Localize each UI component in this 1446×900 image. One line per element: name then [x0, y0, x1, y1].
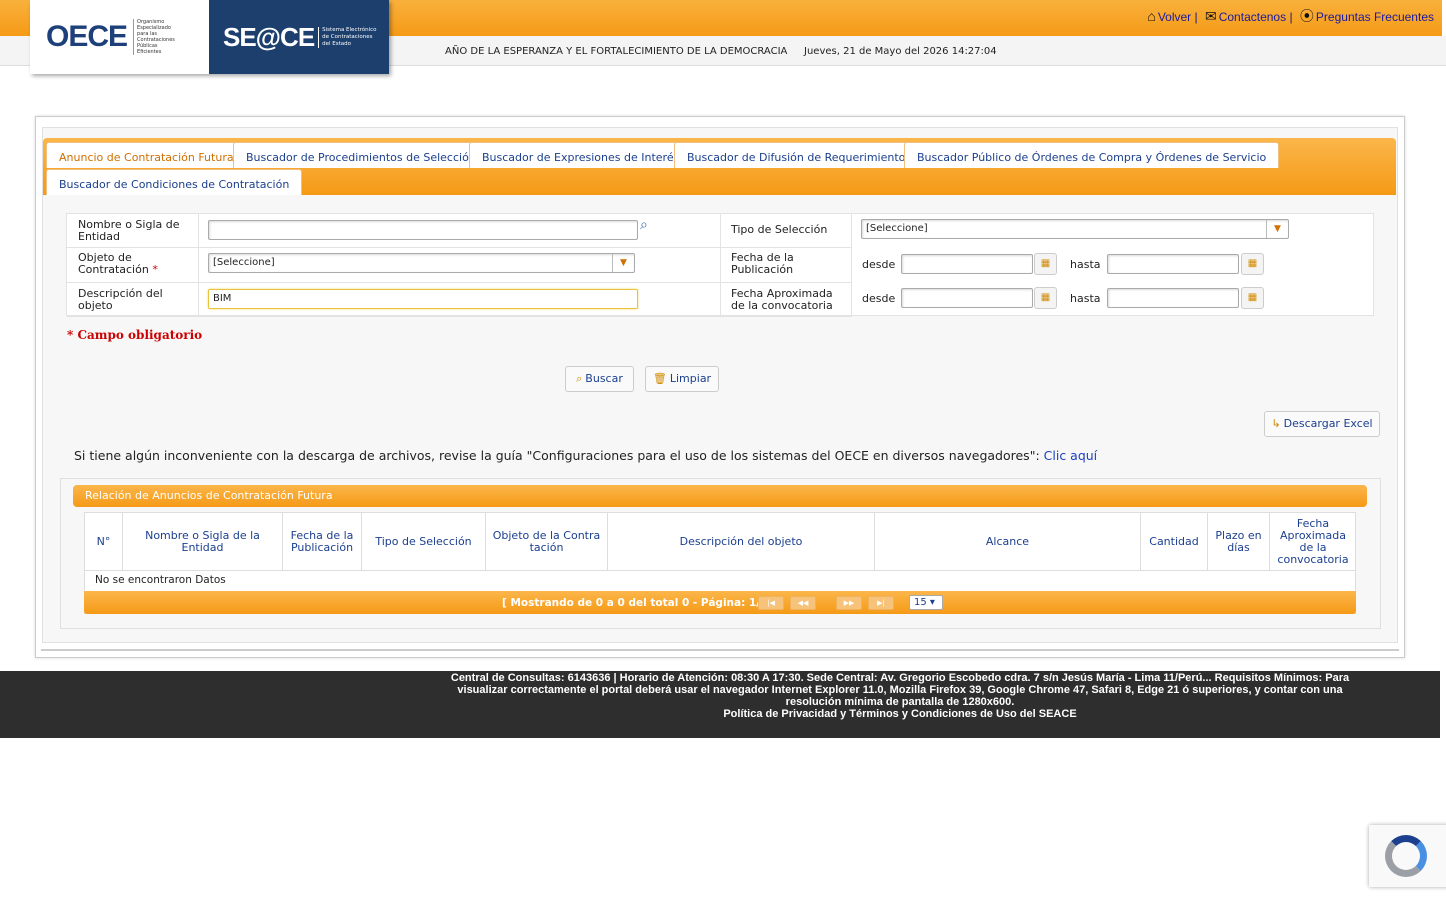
calendar-icon[interactable]: ▦ — [1241, 287, 1264, 309]
separator: | — [1194, 10, 1198, 24]
fecha-convocatoria-label: Fecha Aproximada de la convocatoria — [731, 287, 833, 312]
fecha-publicacion-label: Fecha de la Publicación — [731, 251, 794, 276]
hasta-label: hasta — [1070, 292, 1101, 305]
seace-logo-subtitle: Sistema Electrónico de Contrataciones de… — [318, 26, 378, 48]
oece-logo: OECE Organismo Especializado para las Co… — [30, 0, 209, 74]
entidad-label: Nombre o Sigla de Entidad — [78, 218, 180, 243]
top-links: ⌂ Volver | ✉ Contactenos | ⦿ Preguntas Frec… — [1143, 6, 1434, 26]
oece-logo-subtitle: Organismo Especializado para las Contrat… — [133, 19, 181, 55]
home-icon[interactable]: ⌂ — [1147, 8, 1155, 24]
entidad-input[interactable] — [208, 220, 638, 240]
recaptcha-icon — [1385, 835, 1427, 877]
fecha-conv-hasta-input[interactable] — [1107, 288, 1239, 308]
column-header[interactable]: Plazo en días — [1208, 513, 1270, 571]
limpiar-label: Limpiar — [669, 372, 712, 385]
column-header[interactable]: Fecha de la Publicación — [283, 513, 362, 571]
tab-ordenes[interactable]: Buscador Público de Órdenes de Compra y … — [904, 142, 1280, 168]
calendar-icon[interactable]: ▦ — [1034, 287, 1057, 309]
last-page-icon[interactable]: ▶| — [868, 596, 894, 610]
separator: | — [1289, 10, 1293, 24]
objeto-label: Objeto de Contratación * — [78, 252, 193, 276]
tab-condiciones[interactable]: Buscador de Condiciones de Contratación — [46, 169, 303, 195]
fecha-pub-hasta-input[interactable] — [1107, 254, 1239, 274]
excel-label: Descargar Excel — [1283, 417, 1373, 430]
pagination-bar: [ Mostrando de 0 a 0 del total 0 - Págin… — [84, 591, 1356, 614]
search-icon: ⌕ — [576, 372, 583, 385]
column-header[interactable]: Cantidad — [1141, 513, 1208, 571]
mail-icon[interactable]: ✉ — [1205, 8, 1217, 24]
descripcion-input[interactable]: BIM — [208, 289, 638, 309]
column-header[interactable]: Objeto de la Contra tación — [486, 513, 608, 571]
required-mark: * — [152, 263, 158, 276]
volver-link[interactable]: Volver — [1158, 10, 1191, 24]
first-page-icon[interactable]: |◀ — [758, 596, 784, 610]
slogan: AÑO DE LA ESPERANZA Y EL FORTALECIMIENTO… — [445, 46, 788, 57]
tab-difusion[interactable]: Buscador de Difusión de Requerimientos — [674, 142, 925, 168]
column-header[interactable]: Nombre o Sigla de la Entidad — [123, 513, 283, 571]
objeto-select-value: [Seleccione] — [213, 257, 275, 268]
clic-aqui-link[interactable]: Clic aquí — [1044, 448, 1098, 463]
objeto-label-text: Objeto de Contratación — [78, 251, 149, 276]
datetime: Jueves, 21 de Mayo del 2026 14:27:04 — [804, 46, 997, 57]
column-header[interactable]: Fecha Aproximada de la convocatoria — [1270, 513, 1356, 571]
chevron-down-icon[interactable]: ▼ — [612, 254, 634, 272]
recaptcha-badge[interactable] — [1369, 825, 1446, 887]
footer-policy[interactable]: Política de Privacidad y Términos y Cond… — [0, 708, 1446, 720]
calendar-icon[interactable]: ▦ — [1034, 253, 1057, 275]
column-header[interactable]: Alcance — [875, 513, 1141, 571]
results-title: Relación de Anuncios de Contratación Fut… — [73, 485, 1367, 507]
footer-text: Central de Consultas: 6143636 | Horario … — [450, 672, 1350, 708]
tab-procedimientos[interactable]: Buscador de Procedimientos de Selección — [233, 142, 489, 168]
objeto-select[interactable]: [Seleccione] ▼ — [208, 253, 635, 273]
limpiar-button[interactable]: 🗑 Limpiar — [645, 366, 719, 392]
empty-message: No se encontraron Datos — [95, 574, 226, 586]
footer: Central de Consultas: 6143636 | Horario … — [0, 671, 1440, 738]
tipo-label: Tipo de Selección — [731, 223, 828, 236]
pager-text: [ Mostrando de 0 a 0 del total 0 - Págin… — [502, 597, 776, 609]
chevron-down-icon: ▾ — [929, 597, 935, 608]
chevron-down-icon[interactable]: ▼ — [1266, 220, 1288, 238]
tipo-select[interactable]: [Seleccione] ▼ — [861, 219, 1289, 239]
buscar-button[interactable]: ⌕ Buscar — [565, 366, 634, 392]
desde-label: desde — [862, 292, 896, 305]
page-size-value: 15 — [914, 597, 927, 608]
logo[interactable]: OECE Organismo Especializado para las Co… — [30, 0, 389, 74]
next-page-icon[interactable]: ▶▶ — [836, 596, 862, 610]
arrow-icon: ↳ — [1271, 417, 1281, 430]
buscar-label: Buscar — [585, 372, 623, 385]
download-notice: Si tiene algún inconveniente con la desc… — [74, 448, 1097, 463]
fecha-conv-desde-input[interactable] — [901, 288, 1033, 308]
page-size-select[interactable]: 15 ▾ — [909, 595, 943, 610]
seace-logo-text: SE@CE — [223, 21, 315, 52]
prev-page-icon[interactable]: ◀◀ — [790, 596, 816, 610]
calendar-icon[interactable]: ▦ — [1241, 253, 1264, 275]
tab-expresiones[interactable]: Buscador de Expresiones de Interés — [469, 142, 693, 168]
rss-icon[interactable]: ⦿ — [1300, 8, 1314, 24]
divider — [41, 649, 1399, 651]
contactenos-link[interactable]: Contactenos — [1219, 10, 1286, 24]
tipo-select-value: [Seleccione] — [866, 223, 928, 234]
descargar-excel-button[interactable]: ↳ Descargar Excel — [1264, 411, 1380, 437]
faq-link[interactable]: Preguntas Frecuentes — [1316, 10, 1434, 24]
notice-text: Si tiene algún inconveniente con la desc… — [74, 448, 1040, 463]
oece-logo-text: OECE — [46, 20, 128, 53]
column-header[interactable]: Tipo de Selección — [362, 513, 486, 571]
fecha-pub-desde-input[interactable] — [901, 254, 1033, 274]
trash-icon: 🗑 — [652, 372, 667, 385]
column-header[interactable]: N° — [85, 513, 123, 571]
descripcion-label: Descripción del objeto — [78, 287, 163, 312]
tab-anuncio[interactable]: Anuncio de Contratación Futura — [46, 142, 247, 168]
column-header[interactable]: Descripción del objeto — [608, 513, 875, 571]
hasta-label: hasta — [1070, 258, 1101, 271]
seace-logo: SE@CE Sistema Electrónico de Contratacio… — [209, 0, 389, 74]
required-note: * Campo obligatorio — [67, 328, 203, 342]
search-icon[interactable]: ⌕ — [640, 217, 648, 233]
desde-label: desde — [862, 258, 896, 271]
